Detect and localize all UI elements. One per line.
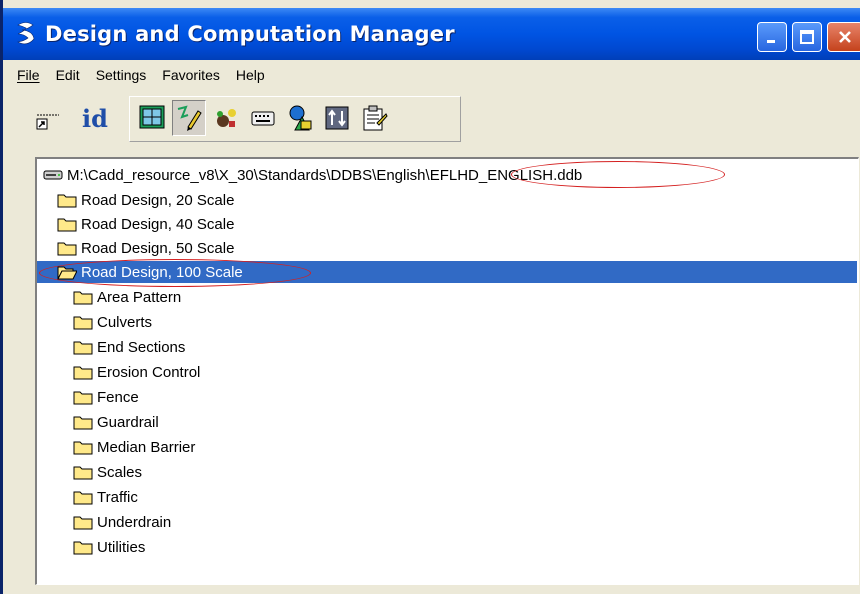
tree-child[interactable]: Area Pattern [73,286,181,308]
menu-favorites[interactable]: Favorites [154,67,228,83]
tree-child[interactable]: Utilities [73,536,145,558]
minimize-icon [767,40,775,43]
maximize-button[interactable] [792,22,822,52]
folder-icon [73,366,93,380]
open-folder-icon [57,266,77,280]
tree-child-label: Guardrail [97,413,159,431]
tree-item-label: Road Design, 20 Scale [81,191,235,209]
tree-root[interactable]: M:\Cadd_resource_v8\X_30\Standards\DDBS\… [43,164,582,186]
tree-item-label: Road Design, 50 Scale [81,239,235,257]
tree-child[interactable]: Underdrain [73,511,171,533]
id-icon: id [82,103,108,133]
close-button[interactable] [827,22,860,52]
tree-child-label: Culverts [97,313,153,331]
folder-icon [57,218,77,232]
menu-bar: File Edit Settings Favorites Help [3,62,860,88]
tree-child-label: Area Pattern [97,288,182,306]
pencil-button[interactable] [172,100,206,136]
compute-button[interactable] [320,100,354,136]
tree-item[interactable]: Road Design, 40 Scale [57,213,234,235]
title-bar[interactable]: Design and Computation Manager [3,8,860,60]
folder-icon [57,242,77,256]
tree-child-label: Underdrain [97,513,172,531]
tree-child-label: Traffic [97,488,138,506]
folder-icon [73,441,93,455]
tree-child[interactable]: End Sections [73,336,185,358]
folder-icon [73,541,93,555]
shapes-icon [289,105,312,131]
keyboard-button[interactable] [246,100,280,136]
tree-item-label: Road Design, 40 Scale [81,215,235,233]
tree-item-label: Road Design, 100 Scale [81,263,243,281]
close-icon [839,31,851,43]
folder-icon [73,491,93,505]
tree-child[interactable]: Scales [73,461,142,483]
grid-window-icon [139,105,165,129]
tree-child-label: Utilities [97,538,146,556]
tree-child-label: Median Barrier [97,438,196,456]
minimize-button[interactable] [757,22,787,52]
menu-edit[interactable]: Edit [48,67,88,83]
shortcut-button[interactable] [31,100,65,136]
folder-icon [73,391,93,405]
toolbar: id [3,92,860,144]
properties-icon [363,105,388,131]
app-logo-icon [13,19,39,49]
tree-child-label: Erosion Control [97,363,201,381]
menu-file[interactable]: File [3,67,48,83]
tree-item[interactable]: Road Design, 20 Scale [57,189,234,211]
tree-child[interactable]: Guardrail [73,411,159,433]
window-grid-button[interactable] [135,100,169,136]
tree-child-label: Scales [97,463,143,481]
properties-button[interactable] [357,100,391,136]
folder-icon [73,466,93,480]
pencil-icon [177,105,202,131]
shortcut-icon [36,114,59,130]
shapes-button[interactable] [283,100,317,136]
tree-item[interactable]: Road Design, 50 Scale [57,237,234,259]
tree-child[interactable]: Median Barrier [73,436,195,458]
compute-icon [325,106,349,130]
tree-child-label: End Sections [97,338,186,356]
tree-child[interactable]: Culverts [73,311,152,333]
tree-child[interactable]: Erosion Control [73,361,200,383]
tree-view[interactable]: M:\Cadd_resource_v8\X_30\Standards\DDBS\… [35,157,859,585]
menu-help[interactable]: Help [228,67,273,83]
folder-icon [57,194,77,208]
maximize-icon [800,30,814,44]
id-button[interactable]: id [73,100,117,136]
keyboard-icon [251,111,275,126]
app-window: Design and Computation Manager File Edit… [0,0,860,594]
folder-icon [73,291,93,305]
tree-item-selected[interactable]: Road Design, 100 Scale [37,261,857,283]
menu-settings[interactable]: Settings [88,67,155,83]
folder-icon [73,341,93,355]
tree-child[interactable]: Fence [73,386,139,408]
tree-child-label: Fence [97,388,139,406]
root-path-label: M:\Cadd_resource_v8\X_30\Standards\DDBS\… [67,166,583,184]
palette-icon [217,109,236,127]
window-title: Design and Computation Manager [45,22,455,46]
tree-child[interactable]: Traffic [73,486,138,508]
folder-icon [73,416,93,430]
folder-icon [73,316,93,330]
folder-icon [73,516,93,530]
drive-icon [43,170,63,180]
palette-button[interactable] [209,100,243,136]
